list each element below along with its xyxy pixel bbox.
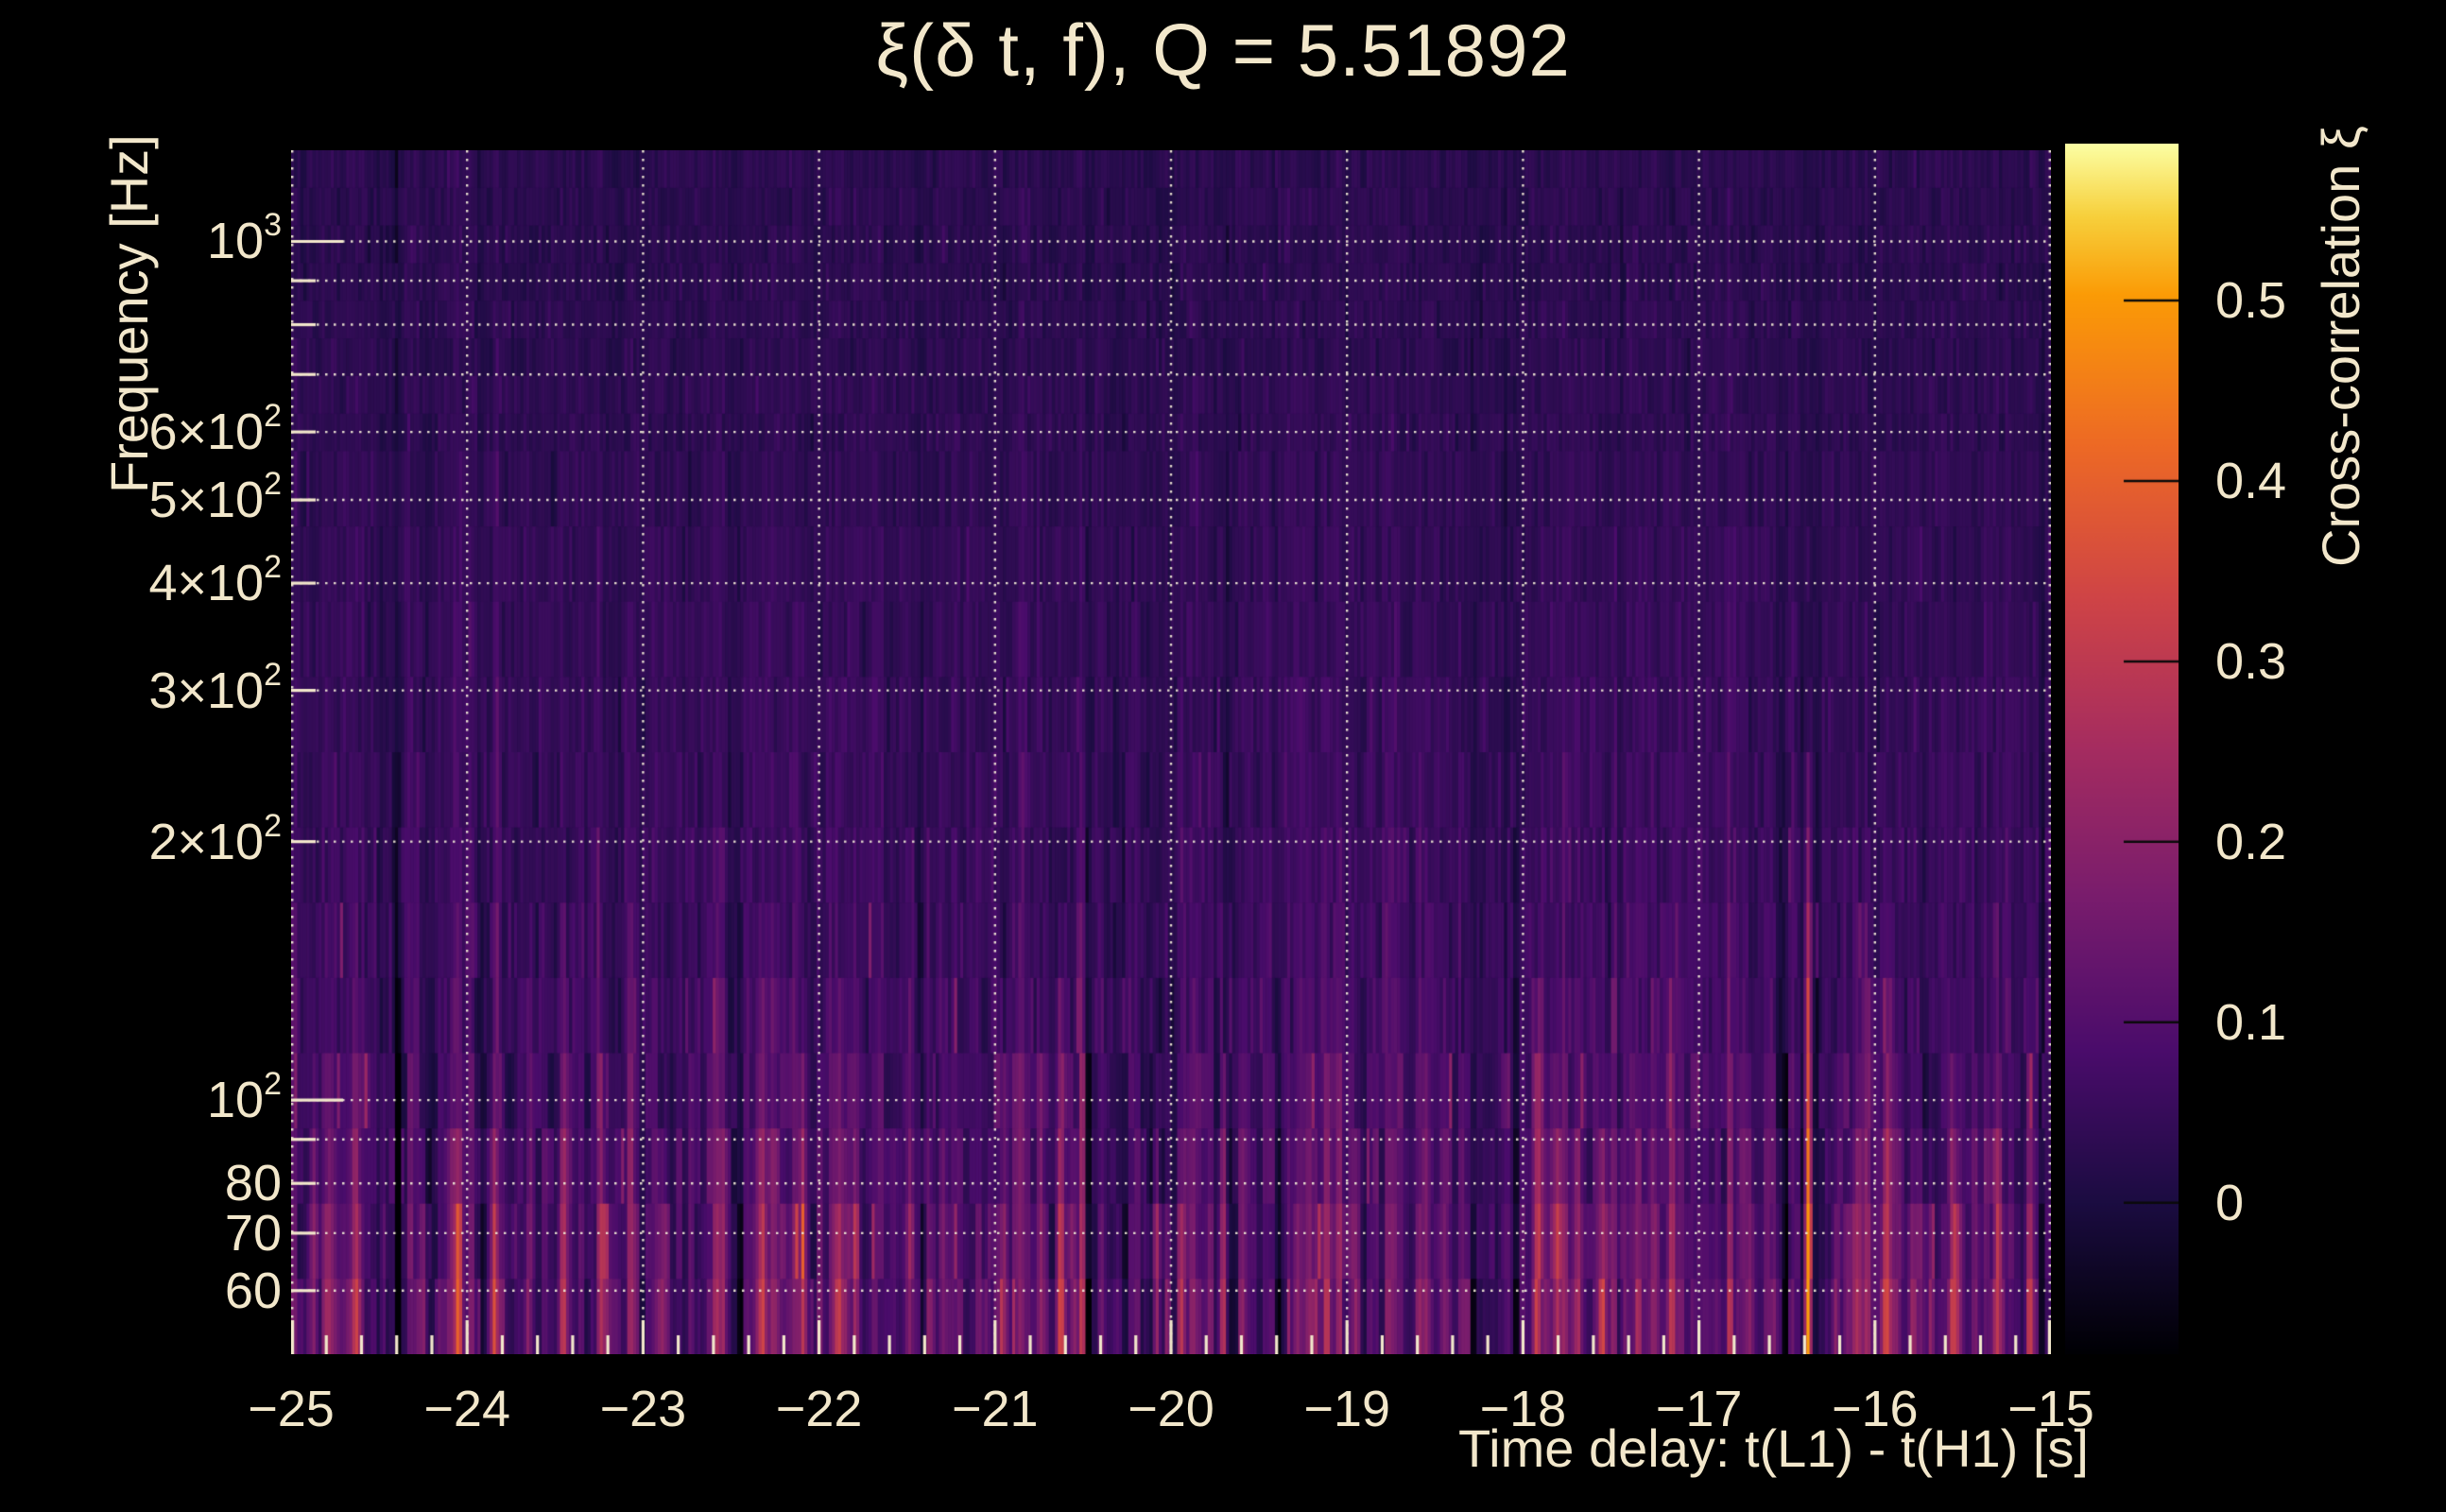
colorbar-canvas (2065, 144, 2179, 1354)
x-tick-label: −19 (1303, 1381, 1390, 1437)
plot-title: ξ(δ t, f), Q = 5.51892 (875, 9, 1571, 92)
y-tick-label: 70 (224, 1204, 282, 1262)
colorbar-tick-label: 0.3 (2215, 632, 2287, 690)
colorbar-tick-label: 0.2 (2215, 813, 2287, 870)
y-tick-label: 4×102 (148, 549, 282, 612)
colorbar-tick-label: 0 (2215, 1174, 2245, 1231)
y-tick-label: 6×102 (148, 398, 282, 461)
x-tick-label: −17 (1655, 1381, 1743, 1437)
x-tick-label: −16 (1831, 1381, 1919, 1437)
y-tick-label: 102 (207, 1066, 282, 1129)
root-figure: { "title": { "text": "\u03be(\u03b4 t, f… (0, 0, 2446, 1512)
x-tick-label: −21 (951, 1381, 1039, 1437)
x-tick-label: −18 (1479, 1381, 1567, 1437)
x-tick-label: −15 (2007, 1381, 2094, 1437)
y-tick-label: 5×102 (148, 466, 282, 529)
x-tick-label: −24 (423, 1381, 510, 1437)
colorbar-tick-label: 0.4 (2215, 453, 2287, 509)
heatmap-canvas (291, 150, 2051, 1354)
y-tick-label: 103 (207, 207, 282, 270)
y-tick-label: 2×102 (148, 807, 282, 870)
y-tick-label: 3×102 (148, 656, 282, 719)
x-tick-label: −23 (599, 1381, 687, 1437)
colorbar-tick-label: 0.5 (2215, 272, 2287, 330)
x-tick-label: −25 (248, 1381, 335, 1437)
colorbar-tick-label: 0.1 (2215, 993, 2287, 1051)
y-tick-label: 60 (224, 1262, 282, 1319)
x-tick-label: −22 (775, 1381, 863, 1437)
x-tick-label: −20 (1128, 1381, 1214, 1437)
colorbar-title: Cross-correlation ξ (2311, 126, 2370, 567)
